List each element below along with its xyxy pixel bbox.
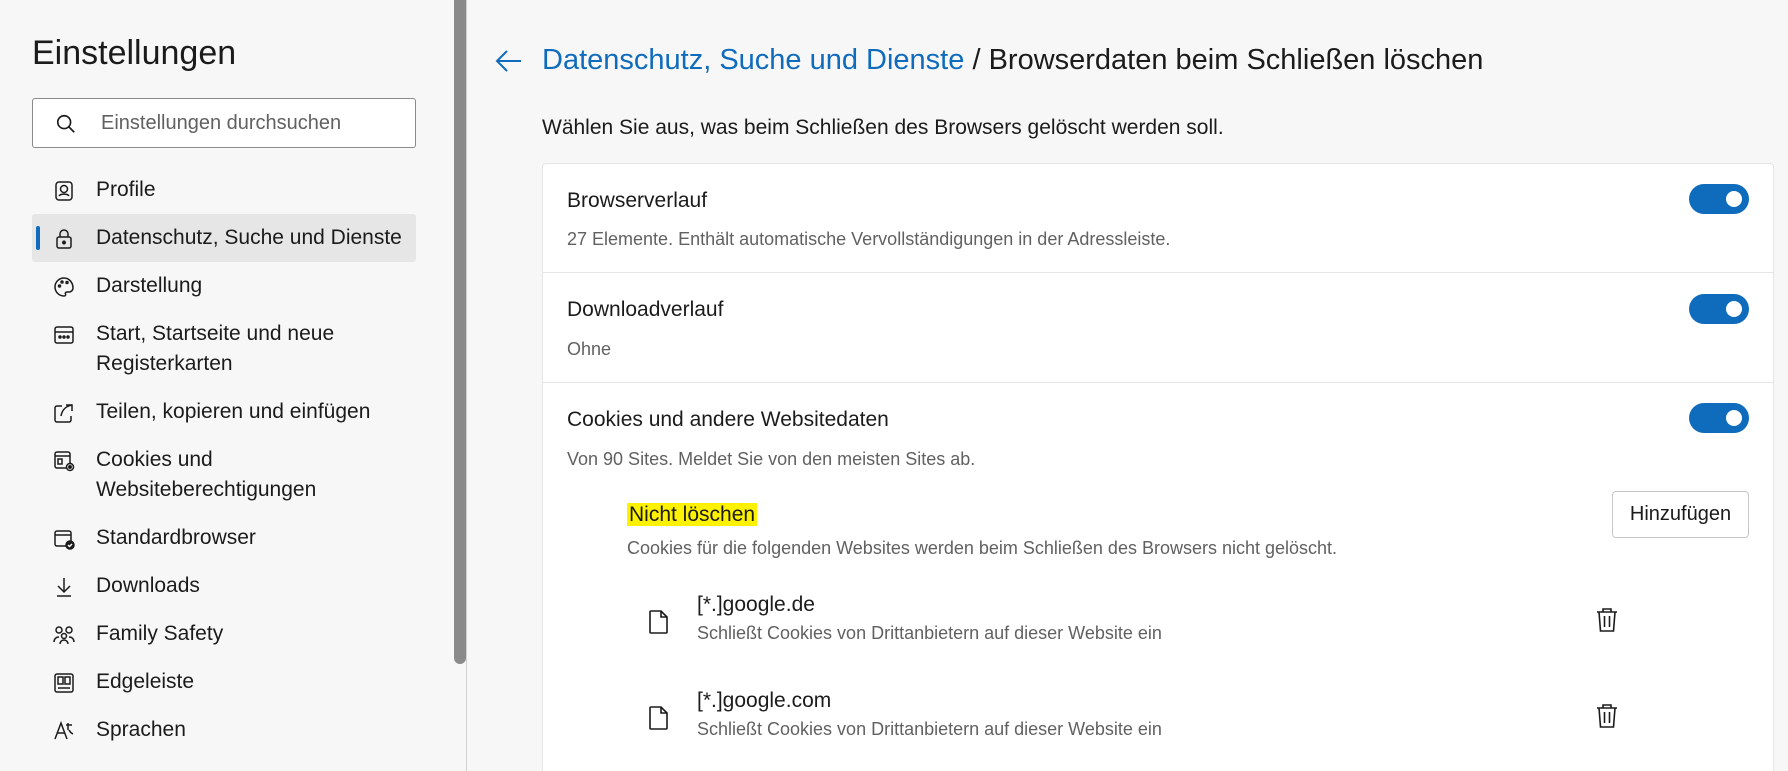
search-icon: [56, 114, 75, 133]
sidebar-item-languages[interactable]: Sprachen: [32, 706, 416, 754]
setting-subtitle: Von 90 Sites. Meldet Sie von den meisten…: [567, 449, 976, 469]
trash-icon[interactable]: [1593, 606, 1621, 634]
search-input[interactable]: [101, 99, 401, 147]
sidebar-item-label: Teilen, kopieren und einfügen: [96, 400, 371, 423]
sidebar-item-label: Edgeleiste: [96, 670, 195, 693]
sidebar-item-edgebar[interactable]: Edgeleiste: [32, 658, 416, 706]
setting-title: Downloadverlauf: [567, 298, 724, 321]
sidebar-item-privacy[interactable]: Datenschutz, Suche und Dienste: [32, 214, 416, 262]
setting-subtitle: Ohne: [567, 339, 612, 359]
sidebar-item-label: Sprachen: [96, 718, 186, 741]
file-icon: [649, 610, 668, 634]
exceptions-title: Nicht löschen: [627, 503, 758, 527]
cookies-toggle[interactable]: [1689, 403, 1749, 433]
start-page-icon: [32, 319, 96, 347]
back-arrow-icon[interactable]: [493, 46, 525, 76]
sidebar-item-start[interactable]: Start, Startseite und neue Registerkarte…: [32, 310, 416, 388]
cookies-permissions-icon: [32, 445, 96, 473]
highlighted-text: Nicht löschen: [627, 503, 758, 526]
setting-row-browsing-history: Browserverlauf 27 Elemente. Enthält auto…: [543, 164, 1773, 272]
main-content: Datenschutz, Suche und Dienste / Browser…: [467, 0, 1788, 771]
toggle-knob: [1726, 410, 1742, 426]
sidebar-item-label: Datenschutz, Suche und Dienste: [96, 226, 402, 249]
add-button[interactable]: Hinzufügen: [1612, 491, 1749, 538]
sidebar-item-family[interactable]: Family Safety: [32, 610, 416, 658]
site-row: [*.]google.com Schließt Cookies von Drit…: [543, 678, 1773, 758]
site-row: [*.]google.de Schließt Cookies von Dritt…: [543, 582, 1773, 662]
search-box[interactable]: [32, 98, 416, 148]
site-detail: Schließt Cookies von Drittanbietern auf …: [697, 623, 1162, 643]
toggle-knob: [1726, 191, 1742, 207]
palette-icon: [32, 271, 96, 299]
sidebar-item-label: Start, Startseite und neue Registerkarte…: [96, 322, 335, 375]
breadcrumb: Datenschutz, Suche und Dienste / Browser…: [542, 44, 1483, 77]
sidebar-item-profile[interactable]: Profile: [32, 166, 416, 214]
settings-card: Browserverlauf 27 Elemente. Enthält auto…: [542, 163, 1774, 771]
profile-icon: [32, 175, 96, 203]
sidebar-item-appearance[interactable]: Darstellung: [32, 262, 416, 310]
sidebar-item-label: Darstellung: [96, 274, 203, 297]
sidebar-item-label: Profile: [96, 178, 156, 201]
settings-sidebar: Einstellungen Profile Datenschutz, Suche…: [0, 0, 454, 771]
family-icon: [32, 619, 96, 647]
sidebar-item-label: Standardbrowser: [96, 526, 256, 549]
sidebar-panel-icon: [32, 667, 96, 695]
browsing-history-toggle[interactable]: [1689, 184, 1749, 214]
sidebar-item-label: Cookies und Websiteberechtigungen: [96, 448, 317, 501]
setting-title: Browserverlauf: [567, 189, 708, 212]
sidebar-item-label: Family Safety: [96, 622, 224, 645]
breadcrumb-link-privacy[interactable]: Datenschutz, Suche und Dienste: [542, 44, 964, 76]
sidebar-item-cookies[interactable]: Cookies und Websiteberechtigungen: [32, 436, 416, 514]
breadcrumb-separator: /: [972, 44, 981, 76]
setting-row-download-history: Downloadverlauf Ohne: [543, 273, 1773, 382]
setting-subtitle: 27 Elemente. Enthält automatische Vervol…: [567, 229, 1171, 249]
site-detail: Schließt Cookies von Drittanbietern auf …: [697, 719, 1162, 739]
download-icon: [32, 571, 96, 599]
lock-icon: [32, 223, 96, 251]
file-icon: [649, 706, 668, 730]
setting-title: Cookies und andere Websitedaten: [567, 408, 889, 431]
sidebar-title: Einstellungen: [32, 34, 237, 72]
default-browser-icon: [32, 523, 96, 551]
exceptions-description: Cookies für die folgenden Websites werde…: [627, 538, 1338, 558]
page-title: Browserdaten beim Schließen löschen: [988, 44, 1484, 76]
toggle-knob: [1726, 301, 1742, 317]
site-name: [*.]google.com: [697, 689, 832, 712]
trash-icon[interactable]: [1593, 702, 1621, 730]
sidebar-item-share[interactable]: Teilen, kopieren und einfügen: [32, 388, 416, 436]
page-description: Wählen Sie aus, was beim Schließen des B…: [542, 116, 1224, 139]
sidebar-scrollbar-thumb[interactable]: [454, 0, 466, 664]
sidebar-item-downloads[interactable]: Downloads: [32, 562, 416, 610]
sidebar-item-default-browser[interactable]: Standardbrowser: [32, 514, 416, 562]
languages-icon: [32, 715, 96, 743]
download-history-toggle[interactable]: [1689, 294, 1749, 324]
sidebar-item-label: Downloads: [96, 574, 200, 597]
site-name: [*.]google.de: [697, 593, 815, 616]
share-icon: [32, 397, 96, 425]
sidebar-nav: Profile Datenschutz, Suche und Dienste D…: [32, 166, 416, 754]
